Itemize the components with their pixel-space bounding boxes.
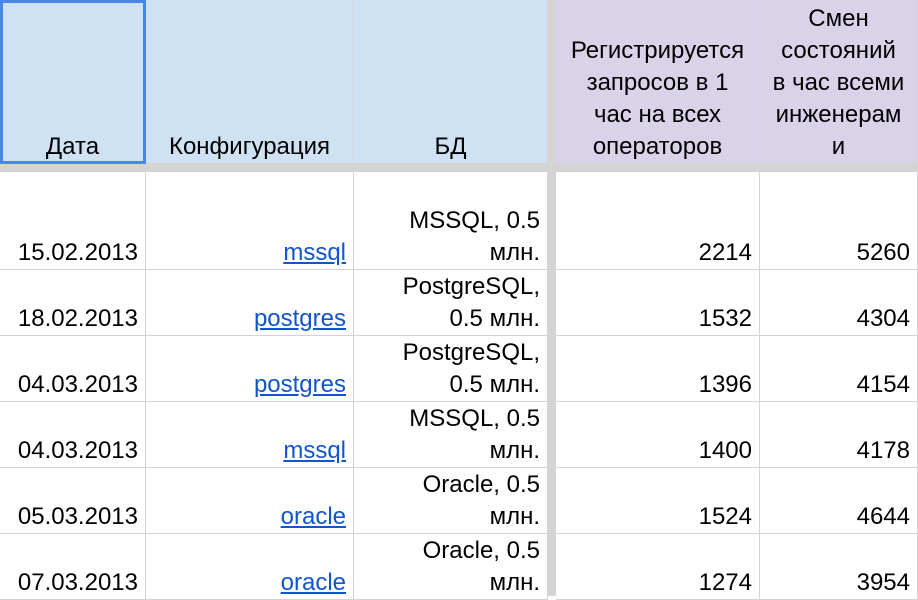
table-cell-changes[interactable]: 4154	[760, 336, 918, 402]
header-cell-date[interactable]: Дата	[0, 0, 146, 164]
cell-value-date: 07.03.2013	[17, 569, 138, 596]
header-config-label: Конфигурация	[168, 133, 331, 160]
table-cell-date[interactable]: 15.02.2013	[0, 172, 146, 270]
db-line: Oracle, 0.5	[422, 537, 540, 564]
db-line: MSSQL, 0.5	[409, 207, 540, 234]
config-link[interactable]: mssql	[283, 435, 346, 467]
db-line: 0.5 млн.	[449, 371, 540, 398]
header-changes-line-4: инженерам	[775, 101, 902, 128]
cell-value-changes: 4644	[856, 503, 910, 530]
table-cell-requests[interactable]: 1274	[556, 534, 760, 600]
table-cell-db[interactable]: PostgreSQL, 0.5 млн.	[354, 270, 548, 336]
cell-value-date: 04.03.2013	[17, 437, 138, 464]
frozen-column-divider[interactable]	[548, 0, 556, 596]
header-cell-db[interactable]: БД	[354, 0, 548, 164]
table-cell-db[interactable]: PostgreSQL, 0.5 млн.	[354, 336, 548, 402]
header-cell-changes[interactable]: Смен состояний в час всеми инженерам и	[760, 0, 918, 164]
cell-value-requests: 1274	[698, 569, 752, 596]
table-cell-date[interactable]: 07.03.2013	[0, 534, 146, 600]
header-requests-line-2: запросов в 1	[586, 69, 729, 96]
header-cell-config[interactable]: Конфигурация	[146, 0, 354, 164]
db-line: млн.	[489, 239, 540, 266]
table-cell-changes[interactable]: 4178	[760, 402, 918, 468]
table-cell-db[interactable]: Oracle, 0.5 млн.	[354, 534, 548, 600]
cell-value-requests: 1400	[698, 437, 752, 464]
config-link[interactable]: postgres	[254, 369, 346, 401]
cell-value-date: 05.03.2013	[17, 503, 138, 530]
db-line: Oracle, 0.5	[422, 471, 540, 498]
cell-value-requests: 2214	[698, 239, 752, 266]
db-line: PostgreSQL,	[402, 273, 540, 300]
table-cell-requests[interactable]: 1532	[556, 270, 760, 336]
spreadsheet-grid: Дата Конфигурация БД Регистрируется запр…	[0, 0, 918, 600]
cell-value-changes: 3954	[856, 569, 910, 596]
table-cell-db[interactable]: MSSQL, 0.5 млн.	[354, 402, 548, 468]
table-cell-changes[interactable]: 4304	[760, 270, 918, 336]
frozen-row-divider[interactable]	[0, 164, 918, 172]
table-cell-date[interactable]: 04.03.2013	[0, 402, 146, 468]
db-line: MSSQL, 0.5	[409, 405, 540, 432]
table-cell-config[interactable]: postgres	[146, 270, 354, 336]
table-cell-changes[interactable]: 5260	[760, 172, 918, 270]
table-cell-changes[interactable]: 4644	[760, 468, 918, 534]
cell-value-changes: 4154	[856, 371, 910, 398]
config-link[interactable]: oracle	[281, 567, 346, 599]
table-cell-db[interactable]: MSSQL, 0.5 млн.	[354, 172, 548, 270]
header-requests-line-4: операторов	[592, 133, 723, 160]
config-link[interactable]: oracle	[281, 501, 346, 533]
cell-value-date: 18.02.2013	[17, 305, 138, 332]
config-link[interactable]: mssql	[283, 237, 346, 269]
cell-value-date: 15.02.2013	[17, 239, 138, 266]
cell-value-changes: 5260	[856, 239, 910, 266]
table-cell-config[interactable]: oracle	[146, 468, 354, 534]
table-cell-config[interactable]: mssql	[146, 402, 354, 468]
table-cell-date[interactable]: 18.02.2013	[0, 270, 146, 336]
table-cell-config[interactable]: mssql	[146, 172, 354, 270]
header-changes-line-5: и	[831, 133, 846, 160]
header-cell-requests[interactable]: Регистрируется запросов в 1 час на всех …	[556, 0, 760, 164]
table-cell-date[interactable]: 04.03.2013	[0, 336, 146, 402]
cell-value-changes: 4304	[856, 305, 910, 332]
table-cell-requests[interactable]: 2214	[556, 172, 760, 270]
cell-value-date: 04.03.2013	[17, 371, 138, 398]
header-requests-line-1: Регистрируется	[570, 37, 745, 64]
cell-value-changes: 4178	[856, 437, 910, 464]
table-cell-requests[interactable]: 1524	[556, 468, 760, 534]
cell-value-requests: 1524	[698, 503, 752, 530]
cell-value-requests: 1396	[698, 371, 752, 398]
db-line: 0.5 млн.	[449, 305, 540, 332]
table-cell-db[interactable]: Oracle, 0.5 млн.	[354, 468, 548, 534]
header-date-label: Дата	[45, 133, 100, 160]
table-cell-changes[interactable]: 3954	[760, 534, 918, 600]
db-line: млн.	[489, 569, 540, 596]
db-line: млн.	[489, 437, 540, 464]
table-cell-requests[interactable]: 1400	[556, 402, 760, 468]
header-changes-line-3: в час всеми	[772, 69, 905, 96]
config-link[interactable]: postgres	[254, 303, 346, 335]
header-requests-line-3: час на всех	[593, 101, 722, 128]
header-changes-line-2: состояний	[781, 37, 896, 64]
header-db-label: БД	[434, 133, 467, 160]
table-cell-config[interactable]: postgres	[146, 336, 354, 402]
table-cell-date[interactable]: 05.03.2013	[0, 468, 146, 534]
header-changes-line-1: Смен	[808, 5, 869, 32]
table-cell-config[interactable]: oracle	[146, 534, 354, 600]
db-line: PostgreSQL,	[402, 339, 540, 366]
cell-value-requests: 1532	[698, 305, 752, 332]
table-cell-requests[interactable]: 1396	[556, 336, 760, 402]
db-line: млн.	[489, 503, 540, 530]
